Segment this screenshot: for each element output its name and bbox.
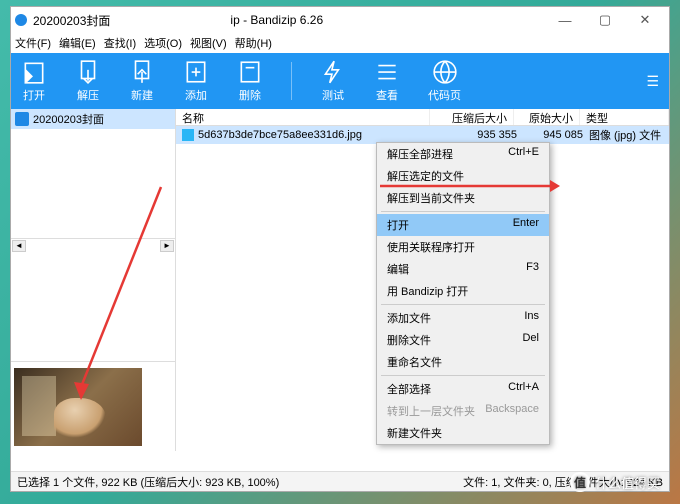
delete-button[interactable]: 删除 (237, 59, 263, 103)
menu-help[interactable]: 帮助(H) (235, 35, 272, 51)
col-osize[interactable]: 原始大小 (514, 109, 580, 125)
context-menu: 解压全部进程Ctrl+E 解压选定的文件 解压到当前文件夹 打开Enter 使用… (376, 142, 550, 445)
ctx-extract-all[interactable]: 解压全部进程Ctrl+E (377, 143, 549, 165)
extract-button[interactable]: 解压 (75, 59, 101, 103)
ctx-select-all[interactable]: 全部选择Ctrl+A (377, 378, 549, 400)
ctx-open-assoc[interactable]: 使用关联程序打开 (377, 236, 549, 258)
test-button[interactable]: 测试 (320, 59, 346, 103)
file-csize: 935 355 (433, 129, 517, 141)
maximize-button[interactable]: ▢ (585, 7, 625, 33)
close-button[interactable]: ✕ (625, 7, 665, 33)
col-type[interactable]: 类型 (580, 109, 669, 125)
app-icon (15, 14, 27, 26)
codepage-button[interactable]: 代码页 (428, 59, 461, 103)
scroll-left[interactable]: ◄ (12, 240, 26, 252)
file-list: 名称 压缩后大小 原始大小 类型 5d637b3de7bce75a8ee331d… (176, 109, 669, 451)
preview-pane (11, 361, 175, 451)
sidebar: 20200203封面 ◄ ► (11, 109, 176, 451)
menu-edit[interactable]: 编辑(E) (59, 35, 96, 51)
menu-file[interactable]: 文件(F) (15, 35, 51, 51)
preview-image (14, 368, 142, 446)
menu-view[interactable]: 视图(V) (190, 35, 227, 51)
folder-icon (15, 112, 29, 126)
view-button[interactable]: 查看 (374, 59, 400, 103)
jpg-icon (182, 129, 194, 141)
menu-icon[interactable]: ☰ (646, 73, 659, 90)
sidebar-item-label: 20200203封面 (33, 111, 104, 127)
ctx-delete[interactable]: 删除文件Del (377, 329, 549, 351)
app-window: 20200203封面 ip - Bandizip 6.26 — ▢ ✕ 文件(F… (10, 6, 670, 492)
titlebar[interactable]: 20200203封面 ip - Bandizip 6.26 — ▢ ✕ (11, 7, 669, 33)
minimize-button[interactable]: — (545, 7, 585, 33)
open-button[interactable]: 打开 (21, 59, 47, 103)
col-name[interactable]: 名称 (176, 109, 430, 125)
new-button[interactable]: 新建 (129, 59, 155, 103)
col-csize[interactable]: 压缩后大小 (430, 109, 514, 125)
file-osize: 945 085 (517, 129, 583, 141)
toolbar: 打开 解压 新建 添加 删除 测试 查看 代码页 ☰ (11, 53, 669, 109)
ctx-open[interactable]: 打开Enter (377, 214, 549, 236)
add-button[interactable]: 添加 (183, 59, 209, 103)
watermark-logo: 值 (570, 472, 590, 492)
scroll-right[interactable]: ► (160, 240, 174, 252)
menu-find[interactable]: 查找(I) (104, 35, 136, 51)
file-name: 5d637b3de7bce75a8ee331d6.jpg (198, 129, 433, 141)
ctx-extract-selected[interactable]: 解压选定的文件 (377, 165, 549, 187)
ctx-extract-current[interactable]: 解压到当前文件夹 (377, 187, 549, 209)
watermark: 值 什么值得买 (570, 472, 660, 492)
menu-options[interactable]: 选项(O) (144, 35, 182, 51)
menubar: 文件(F) 编辑(E) 查找(I) 选项(O) 视图(V) 帮助(H) (11, 33, 669, 53)
ctx-edit[interactable]: 编辑F3 (377, 258, 549, 280)
ctx-back: 转到上一层文件夹Backspace (377, 400, 549, 422)
title-app: ip - Bandizip 6.26 (230, 13, 323, 27)
status-left: 已选择 1 个文件, 922 KB (压缩后大小: 923 KB, 100%) (17, 474, 279, 490)
ctx-rename[interactable]: 重命名文件 (377, 351, 549, 373)
title-folder: 20200203封面 (33, 12, 110, 29)
ctx-add[interactable]: 添加文件Ins (377, 307, 549, 329)
sidebar-item-folder[interactable]: 20200203封面 (11, 109, 175, 129)
file-type: 图像 (jpg) 文件 (583, 127, 663, 143)
ctx-open-bandizip[interactable]: 用 Bandizip 打开 (377, 280, 549, 302)
ctx-new-folder[interactable]: 新建文件夹 (377, 422, 549, 444)
